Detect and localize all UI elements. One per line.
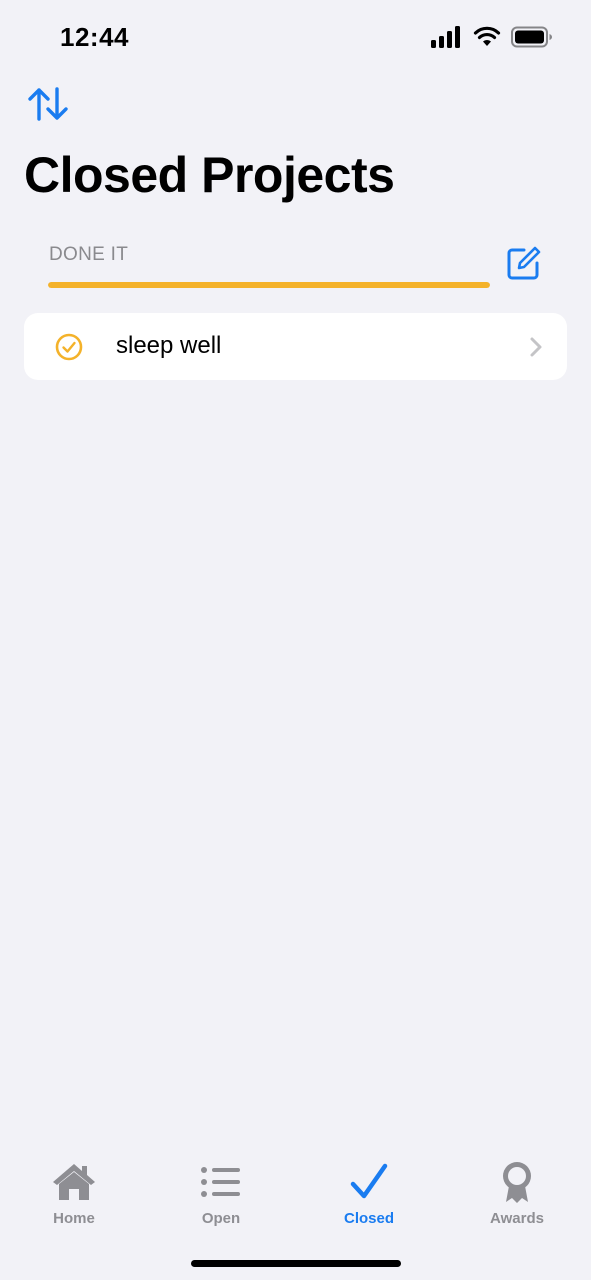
tab-label: Home <box>53 1210 95 1227</box>
compose-icon <box>505 246 541 287</box>
list-item[interactable]: sleep well <box>24 313 567 380</box>
wifi-icon <box>473 26 501 53</box>
section-progress-bar <box>48 282 490 288</box>
closed-projects-screen: 12:44 Closed Projects DONE IT sleep well… <box>0 0 591 1280</box>
chevron-right-icon <box>529 336 543 358</box>
rosette-icon <box>493 1160 541 1204</box>
checkmark-icon <box>345 1160 393 1204</box>
tab-label: Open <box>201 1210 241 1227</box>
arrow-up-down-icon <box>27 86 69 127</box>
tab-home[interactable]: Home <box>14 1160 134 1232</box>
list-icon <box>197 1160 245 1204</box>
house-icon <box>50 1160 98 1204</box>
tab-open[interactable]: Open <box>161 1160 281 1232</box>
status-bar: 12:44 <box>0 0 591 78</box>
edit-project-button[interactable] <box>503 246 543 286</box>
status-icons <box>431 26 553 53</box>
signal-icon <box>431 26 463 53</box>
tab-closed[interactable]: Closed <box>309 1160 429 1232</box>
tab-label: Awards <box>490 1210 544 1227</box>
project-list: sleep well <box>24 313 567 380</box>
tab-label: Closed <box>343 1210 394 1227</box>
page-title: Closed Projects <box>24 147 395 203</box>
section-progress-fill <box>48 282 490 288</box>
status-time: 12:44 <box>60 22 129 52</box>
checkmark-circle-icon <box>55 333 83 361</box>
list-item-label: sleep well <box>116 332 222 359</box>
home-indicator <box>191 1260 401 1267</box>
tab-bar: Home Open Closed Awards <box>0 1150 591 1240</box>
section-header: DONE IT <box>49 244 129 265</box>
tab-awards[interactable]: Awards <box>457 1160 577 1232</box>
battery-icon <box>511 26 553 53</box>
sort-button[interactable] <box>26 86 70 126</box>
